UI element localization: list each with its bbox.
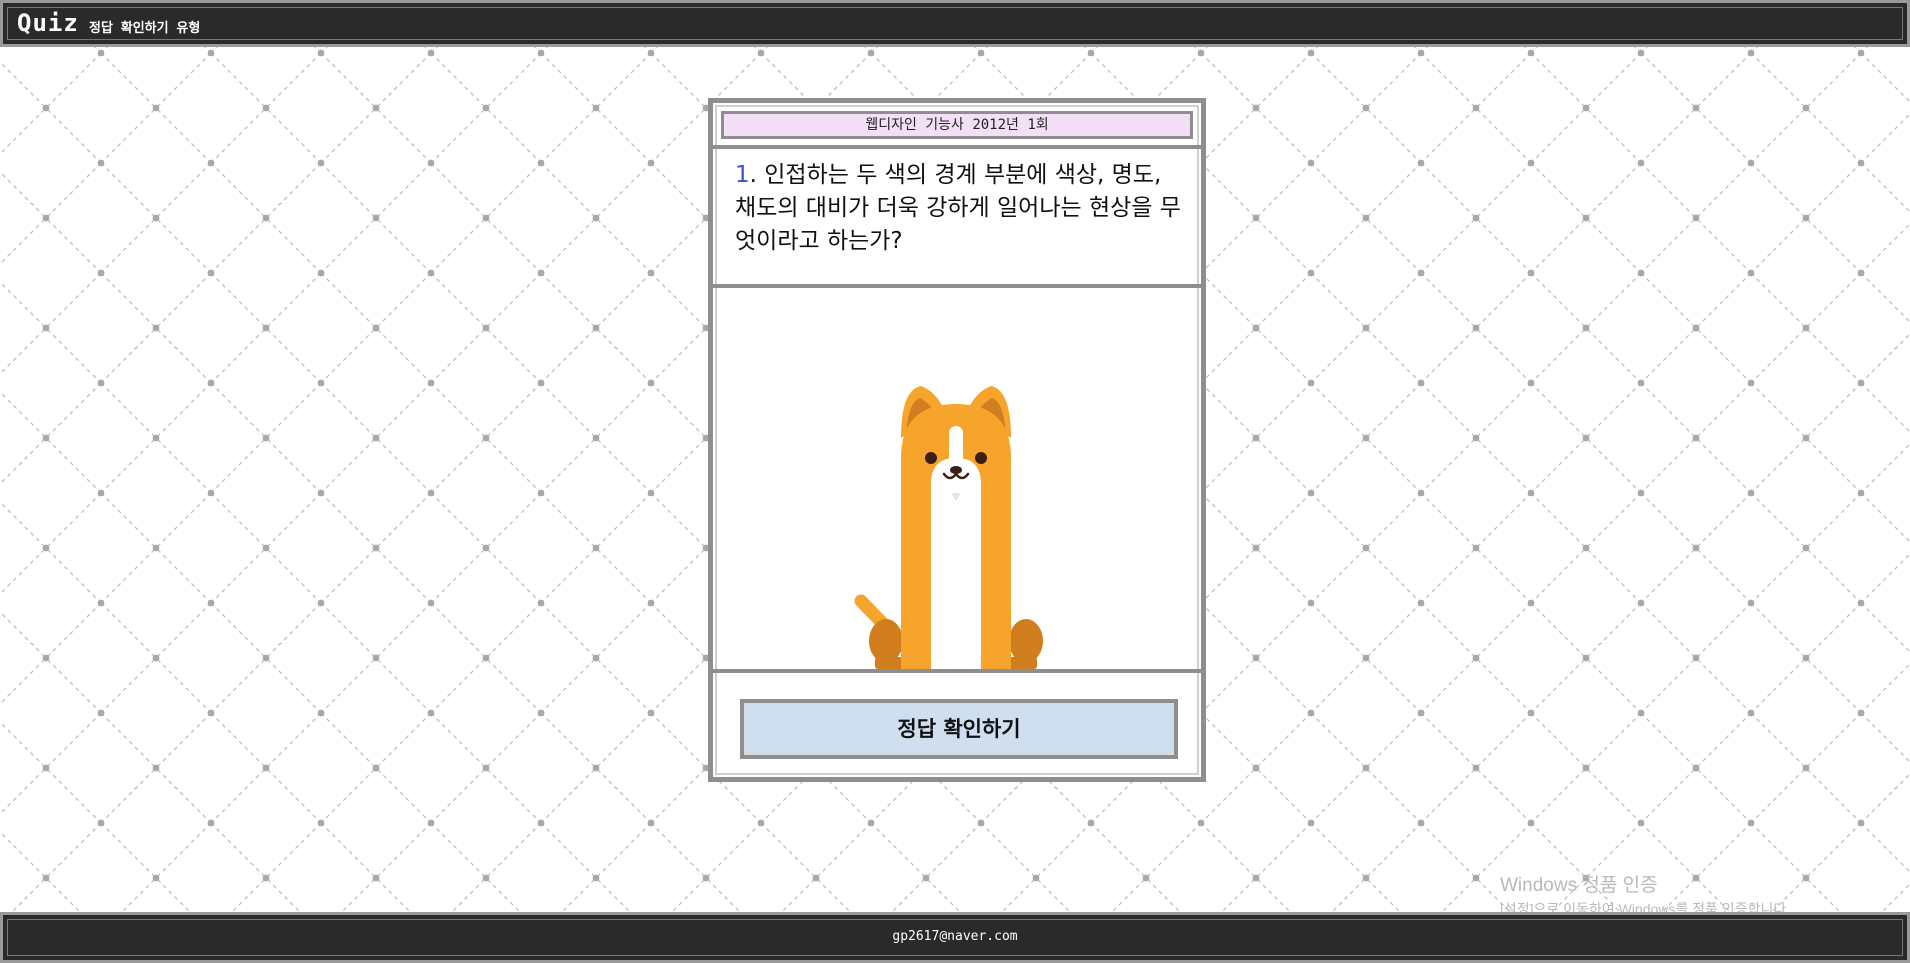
question-text: . 인접하는 두 색의 경계 부분에 색상, 명도, 채도의 대비가 더욱 강하… <box>735 162 1181 254</box>
card-divider-bottom <box>713 669 1201 673</box>
dog-eye-left <box>925 452 937 464</box>
dog-chest <box>931 458 981 669</box>
question-text-block: 1. 인접하는 두 색의 경계 부분에 색상, 명도, 채도의 대비가 더욱 강… <box>735 159 1185 258</box>
header-inner-frame <box>7 7 1903 40</box>
quiz-card: 웹디자인 기능사 2012년 1회 1. 인접하는 두 색의 경계 부분에 색상… <box>708 98 1206 782</box>
dog-eye-right <box>975 452 987 464</box>
page-subtitle: 정답 확인하기 유형 <box>89 21 201 36</box>
quiz-logo[interactable]: Quiz <box>17 9 79 37</box>
dog-haunch-left <box>869 619 903 663</box>
bottom-footer-bar: gp2617@naver.com <box>0 912 1910 963</box>
card-divider-top <box>713 145 1201 149</box>
question-number: 1 <box>735 162 750 188</box>
footer-email: gp2617@naver.com <box>892 929 1018 944</box>
dog-haunch-right <box>1009 619 1043 663</box>
top-header-bar: Quiz 정답 확인하기 유형 <box>0 0 1910 47</box>
check-answer-button[interactable]: 정답 확인하기 <box>740 699 1178 759</box>
exam-label: 웹디자인 기능사 2012년 1회 <box>721 111 1193 139</box>
watermark-line-1: Windows 정품 인증 <box>1500 875 1658 896</box>
dog-illustration <box>854 386 1043 669</box>
